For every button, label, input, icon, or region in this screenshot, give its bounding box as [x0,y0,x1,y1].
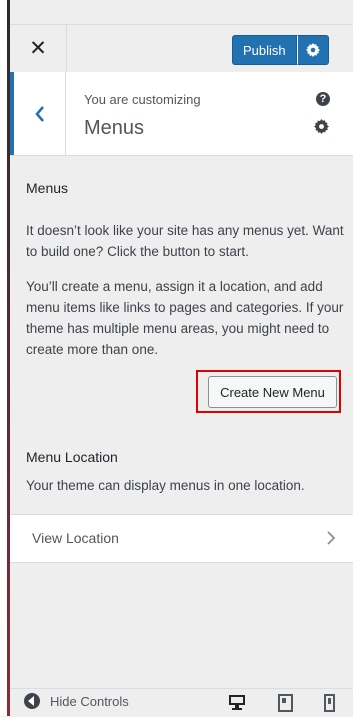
menu-location-heading: Menu Location [26,449,118,465]
chevron-left-icon [34,105,44,122]
publish-group: Publish [232,35,329,65]
customizer-header: ✕ Publish [10,24,353,73]
preview-desktop-button[interactable] [228,694,246,717]
gear-icon[interactable] [314,119,329,134]
desktop-icon [229,695,245,710]
collapse-icon [24,693,40,709]
left-margin [0,0,7,716]
close-icon: ✕ [29,37,47,60]
publish-button[interactable]: Publish [232,35,297,65]
panel-title: Menus [84,117,145,139]
customizer-panel: ✕ Publish You are customizing Menus ? Me… [10,0,353,717]
hide-controls-button[interactable]: Hide Controls [24,693,129,709]
tablet-icon [278,694,293,712]
mobile-icon [324,694,335,712]
back-button[interactable] [10,72,66,155]
preview-mobile-button[interactable] [324,694,336,717]
help-icon[interactable]: ? [316,92,330,106]
gear-icon [305,43,320,57]
menus-heading: Menus [26,180,69,196]
customizing-label: You are customizing [84,92,201,107]
view-location-item[interactable]: View Location [10,514,353,563]
hide-controls-label: Hide Controls [50,693,129,709]
customizing-info: You are customizing Menus ? [10,72,353,156]
publish-settings-button[interactable] [296,35,329,65]
view-location-label: View Location [32,530,119,546]
preview-tablet-button[interactable] [278,694,294,717]
highlight-annotation [196,370,341,413]
close-button[interactable]: ✕ [10,25,67,72]
menu-location-description: Your theme can display menus in one loca… [26,478,305,493]
customizer-footer: Hide Controls [10,688,353,717]
chevron-right-icon [327,531,336,545]
menus-help-text: You’ll create a menu, assign it a locati… [26,279,344,357]
no-menus-text: It doesn’t look like your site has any m… [26,223,344,259]
